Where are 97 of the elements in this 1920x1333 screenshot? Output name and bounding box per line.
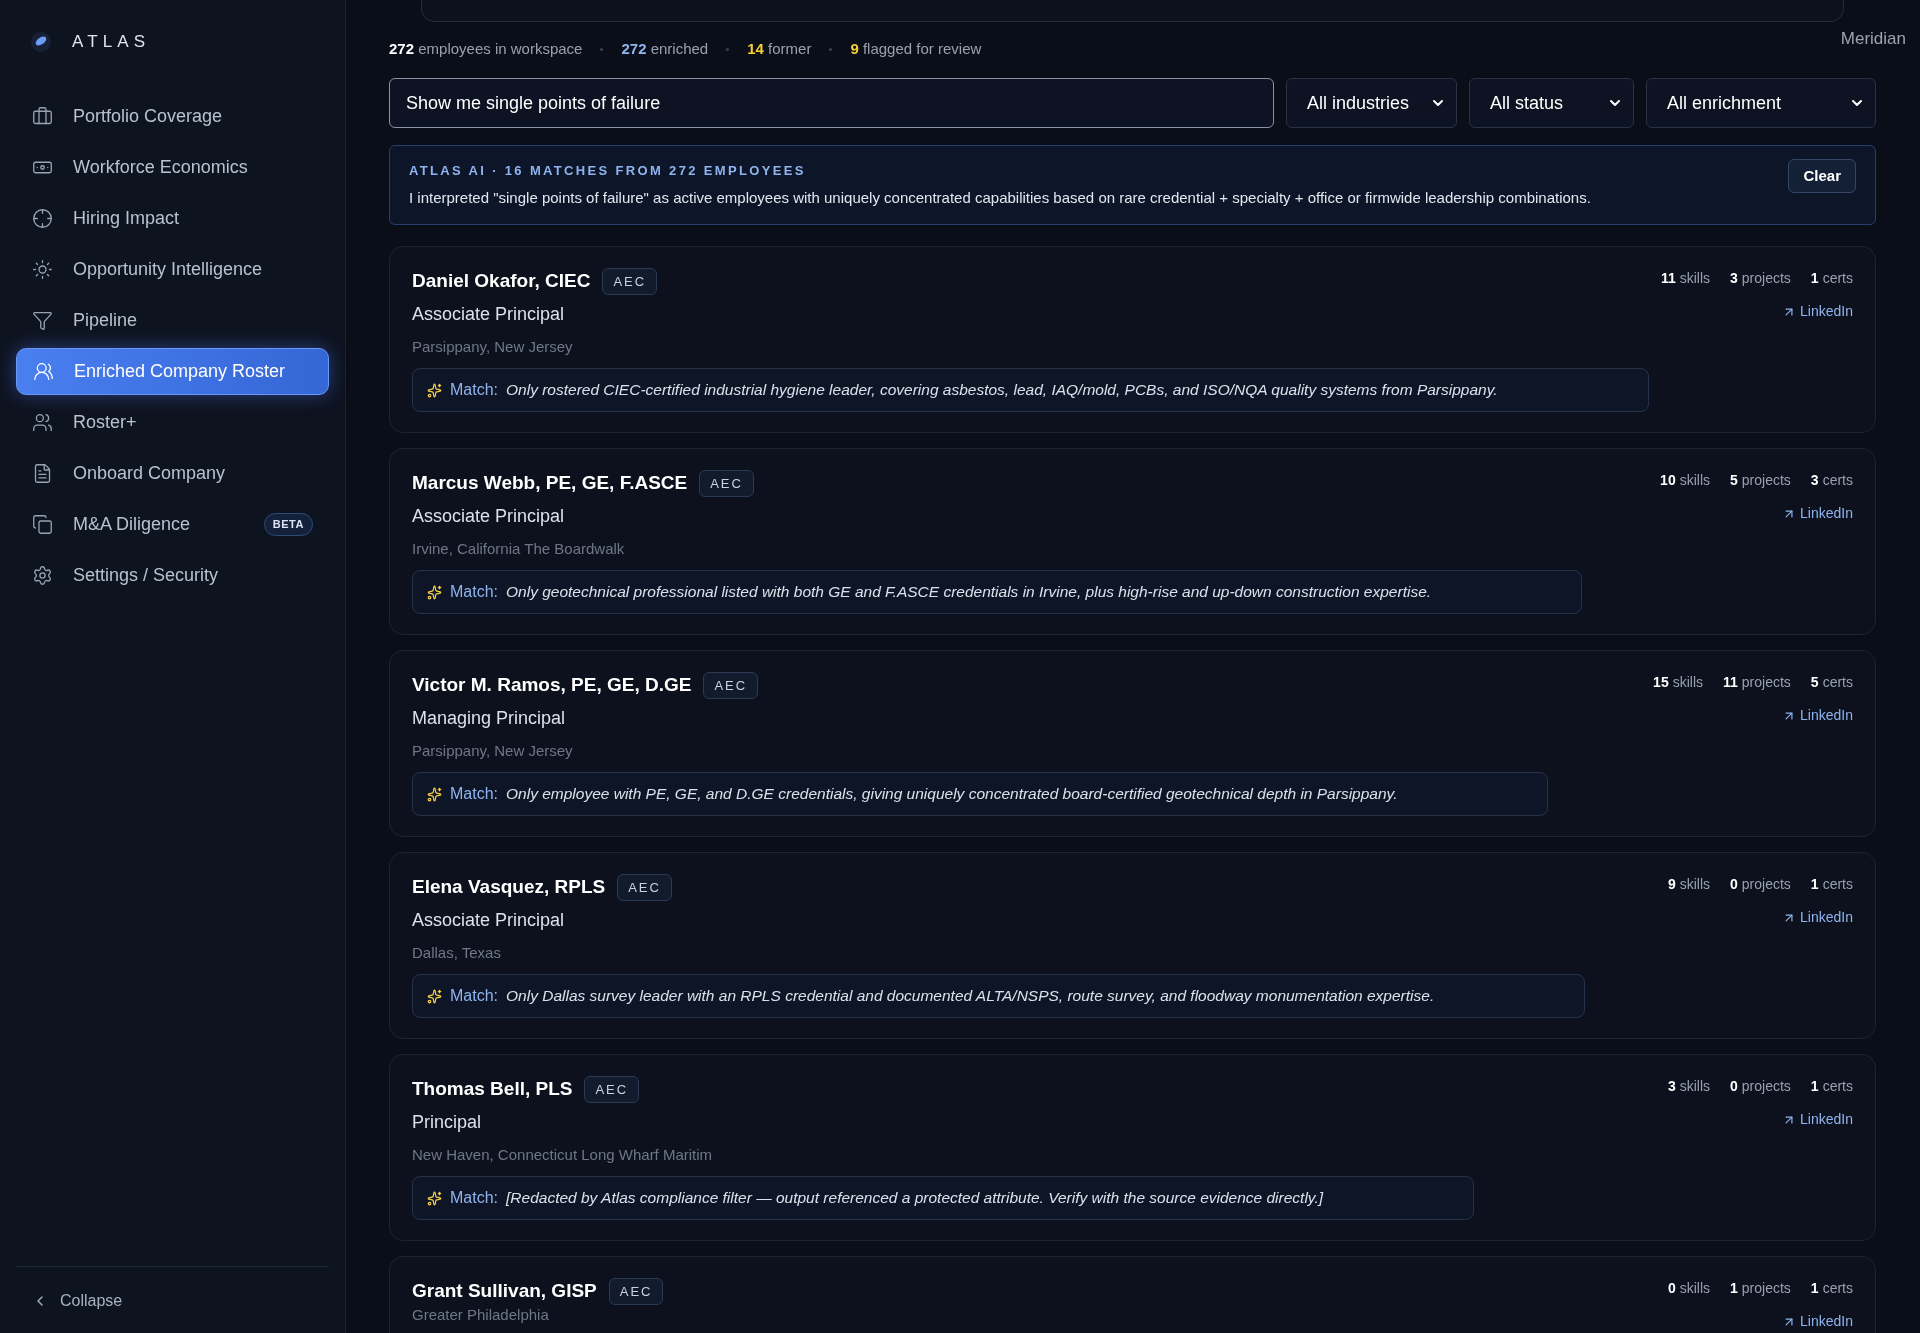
employee-location: Parsippany, New Jersey <box>412 336 574 357</box>
skills-count: 3 skills <box>1667 1077 1711 1096</box>
match-label: Match: <box>450 582 498 602</box>
settings-icon <box>32 565 53 586</box>
ai-interpretation: I interpreted "single points of failure" as active employees with uniquely concentrated capabilities based on rare credential + specialty + office or firmwide leadership combinations. <box>409 187 1592 208</box>
match-label: Match: <box>450 784 498 804</box>
sun-icon <box>32 259 53 280</box>
employee-name: Marcus Webb, PE, GE, F.ASCE <box>412 471 688 495</box>
sidebar-item[interactable]: Portfolio Coverage <box>16 93 329 140</box>
certs-count: 3 certs <box>1810 471 1853 490</box>
certs-count: 1 certs <box>1810 875 1853 894</box>
industry-tag: AEC <box>699 469 754 497</box>
sidebar-item[interactable]: Opportunity Intelligence <box>16 246 329 293</box>
industry-tag: AEC <box>602 267 658 295</box>
employee-name: Victor M. Ramos, PE, GE, D.GE <box>412 673 692 697</box>
job-title: Principal <box>412 1110 483 1134</box>
job-title: Associate Principal <box>412 302 566 326</box>
clear-button[interactable]: Clear <box>1788 159 1856 193</box>
job-title: Associate Principal <box>412 504 566 528</box>
projects-count: 0 projects <box>1730 1077 1791 1096</box>
skills-count: 10 skills <box>1660 471 1711 490</box>
beta-badge: BETA <box>263 513 313 536</box>
match-label: Match: <box>450 986 498 1006</box>
skills-count: 9 skills <box>1667 875 1711 894</box>
employee-name: Elena Vasquez, RPLS <box>412 875 606 899</box>
match-text: Only rostered CIEC-certified industrial hygiene leader, covering asbestos, lead, IAQ/mold, PCBs, and ISO/NQA quality systems from Parsippany. <box>506 380 1498 401</box>
crosshair-icon <box>32 208 53 229</box>
filter-select[interactable]: All industries <box>1286 78 1457 128</box>
sidebar-item[interactable]: Roster+ <box>16 399 329 446</box>
job-title: Associate Principal <box>412 908 566 932</box>
users-icon <box>33 361 54 382</box>
industry-tag: AEC <box>703 671 759 699</box>
sidebar-item[interactable]: Settings / Security <box>16 552 329 599</box>
sidebar-item[interactable]: Onboard Company <box>16 450 329 497</box>
linkedin-link[interactable]: LinkedIn <box>1782 705 1853 726</box>
document-icon <box>32 463 53 484</box>
certs-count: 1 certs <box>1810 1279 1853 1298</box>
employee-name: Grant Sullivan, GISP <box>412 1279 597 1303</box>
projects-count: 1 projects <box>1730 1279 1791 1298</box>
workspace-stat: 9 flagged for review <box>850 39 982 59</box>
filter-select[interactable]: All enrichment <box>1646 78 1876 128</box>
sparkles-icon <box>427 584 442 600</box>
linkedin-link[interactable]: LinkedIn <box>1782 907 1853 928</box>
linkedin-link[interactable]: LinkedIn <box>1782 503 1853 524</box>
filter-select[interactable]: All status <box>1469 78 1634 128</box>
match-text: Only employee with PE, GE, and D.GE credentials, giving uniquely concentrated board-certified geotechnical depth in Parsippany. <box>506 784 1398 805</box>
employee-location: Parsippany, New Jersey <box>412 740 574 761</box>
sparkles-icon <box>427 988 442 1004</box>
linkedin-link[interactable]: LinkedIn <box>1782 1109 1853 1130</box>
projects-count: 11 projects <box>1723 673 1791 692</box>
sparkles-icon <box>427 382 442 398</box>
match-text: Only Dallas survey leader with an RPLS credential and documented ALTA/NSPS, route survey, and floodway monumentation expertise. <box>506 986 1435 1007</box>
linkedin-link[interactable]: LinkedIn <box>1782 301 1853 322</box>
linkedin-link[interactable]: LinkedIn <box>1782 1311 1853 1332</box>
certs-count: 1 certs <box>1810 269 1853 288</box>
employee-location: Irvine, California The Boardwalk <box>412 538 626 559</box>
filter-icon <box>32 310 53 331</box>
workspace-name: Meridian <box>1840 28 1906 50</box>
employee-location: New Haven, Connecticut Long Wharf Maritim <box>412 1144 714 1165</box>
logo-icon <box>30 31 52 53</box>
certs-count: 1 certs <box>1810 1077 1853 1096</box>
workspace-stat: 14 former <box>747 39 812 59</box>
match-text: [Redacted by Atlas compliance filter — output referenced a protected attribute. Verify with the source evidence directly.] <box>506 1188 1324 1209</box>
collapse-button[interactable]: Collapse <box>16 1289 123 1313</box>
projects-count: 5 projects <box>1730 471 1791 490</box>
sparkles-icon <box>427 786 442 802</box>
sidebar-item[interactable]: Enriched Company Roster <box>16 348 329 395</box>
skills-count: 0 skills <box>1667 1279 1711 1298</box>
skills-count: 11 skills <box>1660 269 1711 288</box>
employee-location: Dallas, Texas <box>412 942 502 963</box>
search-field[interactable]: Show me single points of failure <box>389 78 1274 128</box>
match-text: Only geotechnical professional listed with both GE and F.ASCE credentials in Irvine, plus high-rise and up-down construction expertise. <box>506 582 1432 603</box>
sidebar-item[interactable]: Workforce Economics <box>16 144 329 191</box>
brand-name: ATLAS <box>72 31 151 54</box>
projects-count: 3 projects <box>1730 269 1791 288</box>
skills-count: 15 skills <box>1653 673 1703 692</box>
job-title: Managing Principal <box>412 706 567 730</box>
ai-heading: ATLAS AI · 16 MATCHES FROM 272 EMPLOYEES <box>409 162 807 180</box>
industry-tag: AEC <box>617 873 672 901</box>
projects-count: 0 projects <box>1730 875 1791 894</box>
workspace-stat: 272 employees in workspace <box>389 39 583 59</box>
users-icon <box>32 412 53 433</box>
employee-location: Greater Philadelphia <box>412 1305 550 1323</box>
workspace-stat: 272 enriched <box>621 39 709 59</box>
briefcase-icon <box>32 106 53 127</box>
sidebar-item[interactable]: Pipeline <box>16 297 329 344</box>
copy-icon <box>32 514 53 535</box>
sidebar-item[interactable]: M&A Diligence BETA <box>16 501 329 548</box>
industry-tag: AEC <box>608 1277 664 1305</box>
industry-tag: AEC <box>584 1075 640 1103</box>
match-label: Match: <box>450 380 498 400</box>
certs-count: 5 certs <box>1810 673 1853 692</box>
employee-name: Daniel Okafor, CIEC <box>412 269 591 293</box>
employee-name: Thomas Bell, PLS <box>412 1077 573 1101</box>
match-label: Match: <box>450 1188 498 1208</box>
sidebar-item[interactable]: Hiring Impact <box>16 195 329 242</box>
sparkles-icon <box>427 1190 442 1206</box>
